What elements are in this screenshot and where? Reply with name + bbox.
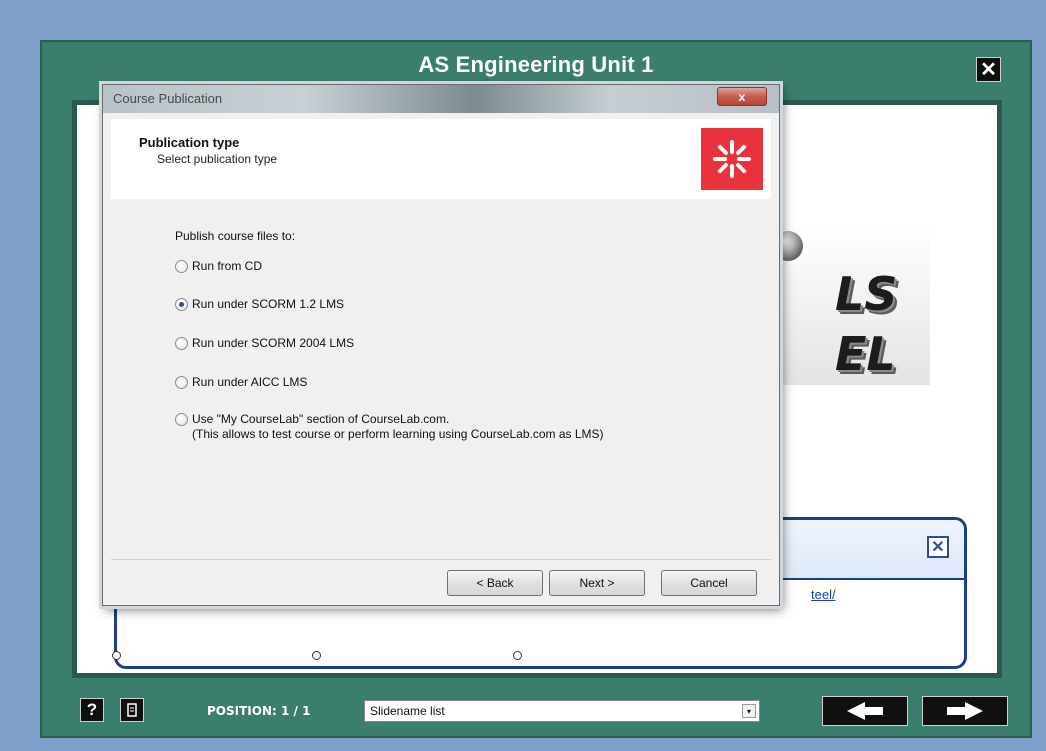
dialog-titlebar[interactable]: Course Publication x <box>103 85 779 113</box>
option-my-courselab[interactable]: Use "My CourseLab" section of CourseLab.… <box>175 412 604 442</box>
resize-handle[interactable] <box>513 651 522 660</box>
arrow-left-icon <box>847 702 883 720</box>
player-close-button[interactable]: ✕ <box>976 57 1001 82</box>
dialog-header: Publication type Select publication type <box>111 119 771 200</box>
dialog-footer: < Back Next > Cancel <box>111 559 771 598</box>
radio-button-checked[interactable] <box>175 298 188 311</box>
publish-label: Publish course files to: <box>175 229 296 243</box>
option-aicc[interactable]: Run under AICC LMS <box>175 375 307 390</box>
header-subtitle: Select publication type <box>157 152 278 166</box>
dropdown-arrow-icon[interactable]: ▾ <box>742 704 756 718</box>
bottom-toolbar: ? POSITION: 1 / 1 Slidename list ▾ <box>42 692 1030 732</box>
dialog-title: Course Publication <box>113 91 223 106</box>
asterisk-logo-icon <box>701 128 763 190</box>
notes-icon <box>127 703 137 717</box>
option-run-from-cd[interactable]: Run from CD <box>175 259 262 274</box>
next-button[interactable]: Next > <box>549 570 645 596</box>
logo-letters-bottom: EL <box>835 327 896 381</box>
slide-select[interactable]: Slidename list ▾ <box>364 700 760 722</box>
option-label: Use "My CourseLab" section of CourseLab.… <box>192 412 450 426</box>
back-button[interactable]: < Back <box>447 570 543 596</box>
option-label: Run under AICC LMS <box>192 375 308 389</box>
radio-button[interactable] <box>175 260 188 273</box>
info-close-button[interactable]: ✕ <box>927 536 949 558</box>
cancel-button[interactable]: Cancel <box>661 570 757 596</box>
radio-button[interactable] <box>175 376 188 389</box>
option-scorm12[interactable]: Run under SCORM 1.2 LMS <box>175 297 344 312</box>
dialog-body: Publish course files to: Run from CD Run… <box>111 199 771 559</box>
logo-letters-top: LS <box>835 267 898 321</box>
player-title: AS Engineering Unit 1 <box>418 52 654 77</box>
header-title: Publication type <box>139 135 240 150</box>
background-logo-image: LS EL <box>765 225 930 385</box>
arrow-right-icon <box>947 702 983 720</box>
option-label-line2: (This allows to test course or perform l… <box>192 427 604 441</box>
option-label: Run under SCORM 1.2 LMS <box>192 297 345 311</box>
notes-button[interactable] <box>120 698 144 722</box>
option-scorm2004[interactable]: Run under SCORM 2004 LMS <box>175 336 354 351</box>
option-label: Run from CD <box>192 259 263 273</box>
slide-select-value: Slidename list <box>370 704 445 718</box>
help-button[interactable]: ? <box>80 698 104 722</box>
prev-slide-button[interactable] <box>822 696 908 726</box>
next-slide-button[interactable] <box>922 696 1008 726</box>
option-label: Run under SCORM 2004 LMS <box>192 336 355 350</box>
resize-handle[interactable] <box>112 651 121 660</box>
info-link[interactable]: teel/ <box>811 587 836 602</box>
position-indicator: POSITION: 1 / 1 <box>207 704 311 718</box>
resize-handle[interactable] <box>312 651 321 660</box>
course-publication-dialog: Course Publication x Publication type Se… <box>102 84 780 606</box>
radio-button[interactable] <box>175 337 188 350</box>
radio-button[interactable] <box>175 413 188 426</box>
dialog-close-button[interactable]: x <box>717 87 767 106</box>
